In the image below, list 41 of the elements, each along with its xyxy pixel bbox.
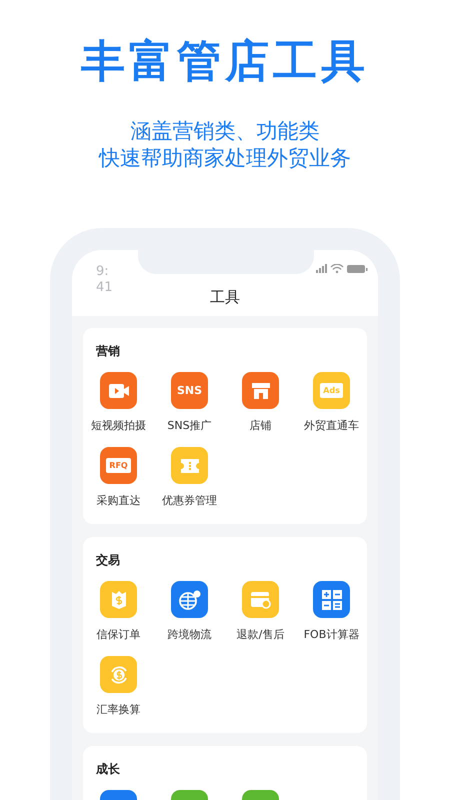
tool-label: 短视频拍摄: [91, 418, 146, 433]
tool-label: 退款/售后: [236, 627, 284, 642]
tool-tile[interactable]: Ads: [313, 372, 350, 409]
tool-label: 采购直达: [96, 493, 140, 508]
tool-label: 优惠券管理: [162, 493, 217, 508]
tool-tile[interactable]: [313, 581, 350, 618]
calculator-icon: [322, 590, 342, 610]
globe-pin-icon: [178, 590, 200, 610]
wallet-icon: [250, 590, 270, 608]
headline: 丰富管店工具: [81, 35, 369, 89]
status-icons: [316, 264, 368, 274]
tool-tile[interactable]: [100, 581, 137, 618]
ticket-icon: [180, 458, 200, 474]
tool-tile[interactable]: [171, 581, 208, 618]
subtitle-line: 涵盖营销类、功能类: [130, 118, 320, 145]
tool-tile[interactable]: [242, 372, 279, 409]
badge-label: RFQ: [106, 458, 131, 473]
money-bag-icon: [110, 590, 128, 610]
tool-tile[interactable]: SNS: [171, 372, 208, 409]
section-title: 成长: [95, 761, 120, 778]
tool-label: FOB计算器: [304, 627, 360, 642]
badge-label: Ads: [320, 383, 343, 398]
section-title: 营销: [95, 343, 120, 360]
screen-title: 工具: [210, 288, 240, 307]
tool-tile[interactable]: RFQ: [100, 447, 137, 484]
tool-tile[interactable]: [100, 372, 137, 409]
tool-label: 汇率换算: [96, 702, 140, 717]
storefront-icon: [250, 382, 270, 400]
video-camera-icon: [108, 382, 128, 398]
tool-label: 跨境物流: [168, 627, 212, 642]
tool-label: 店铺: [250, 418, 272, 433]
badge-label: SNS: [176, 384, 202, 397]
subtitle-line: 快速帮助商家处理外贸业务: [99, 145, 351, 172]
tool-label: SNS推广: [167, 418, 212, 433]
tool-label: 外贸直通车: [304, 418, 359, 433]
tool-tile[interactable]: [100, 656, 137, 693]
tool-tile[interactable]: [171, 447, 208, 484]
tool-tile[interactable]: [242, 581, 279, 618]
section-title: 交易: [95, 552, 120, 569]
tool-label: 信保订单: [96, 627, 140, 642]
status-time: 9:41: [96, 264, 114, 296]
